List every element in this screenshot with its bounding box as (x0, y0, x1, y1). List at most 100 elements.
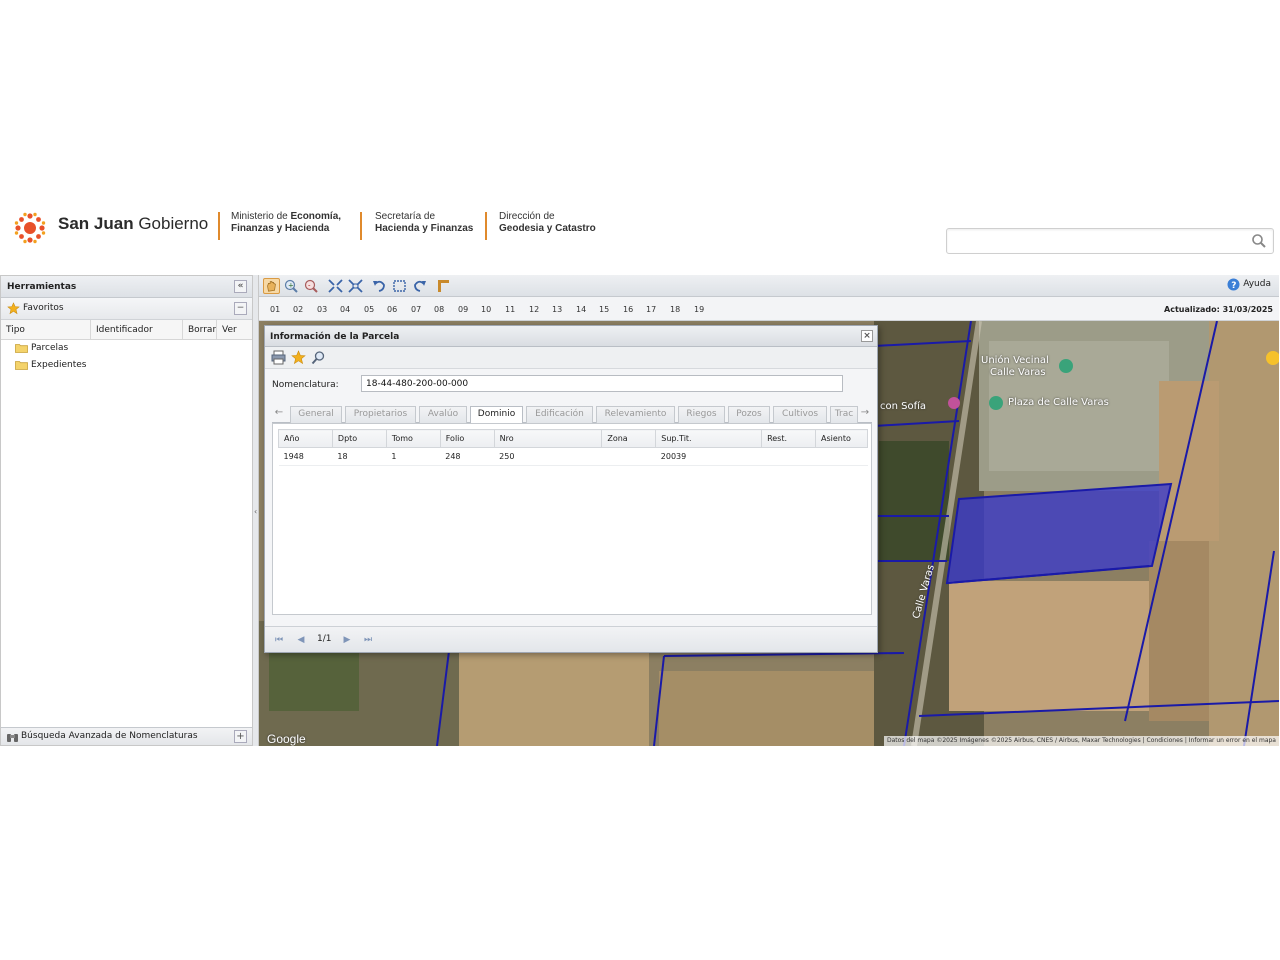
help-button[interactable]: ? Ayuda (1227, 278, 1271, 291)
column-header-ano[interactable]: Año (278, 429, 333, 448)
tab-propietarios[interactable]: Propietarios (345, 406, 416, 423)
map-label-union-vecinal[interactable]: Unión Vecinal (981, 355, 1049, 366)
zoom-level-09[interactable]: 09 (458, 305, 468, 314)
parcel-info-dialog: Información de la Parcela × Nomenclatura… (264, 325, 878, 653)
zoom-level-17[interactable]: 17 (646, 305, 656, 314)
select-box-icon[interactable] (391, 278, 408, 294)
cell-sup-tit: 20039 (655, 447, 762, 466)
map-label-con-sofia[interactable]: con Sofía (880, 401, 926, 412)
zoom-level-11[interactable]: 11 (505, 305, 515, 314)
measure-icon[interactable] (435, 278, 452, 294)
table-row[interactable]: 1948 18 1 248 250 20039 (278, 447, 868, 466)
zoom-level-13[interactable]: 13 (552, 305, 562, 314)
pagination-bar: ⏮ ◀ 1/1 ▶ ⏭ (265, 626, 877, 652)
search-box[interactable] (946, 228, 1274, 254)
zoom-level-18[interactable]: 18 (670, 305, 680, 314)
zoom-level-04[interactable]: 04 (340, 305, 350, 314)
favorite-star-icon[interactable] (291, 350, 306, 365)
zoom-level-02[interactable]: 02 (293, 305, 303, 314)
column-header-dpto[interactable]: Dpto (331, 429, 387, 448)
tab-general[interactable]: General (290, 406, 342, 423)
dialog-toolbar (265, 347, 877, 369)
google-logo: Google (267, 732, 306, 746)
advanced-search-header[interactable]: Búsqueda Avanzada de Nomenclaturas + (1, 727, 252, 745)
column-header-sup-tit[interactable]: Sup.Tit. (655, 429, 763, 448)
tab-scroll-right-icon[interactable]: → (858, 405, 872, 423)
header-separator (360, 212, 362, 240)
splitter-arrow-icon[interactable]: ‹ (254, 507, 257, 516)
nomenclatura-field[interactable]: 18-44-480-200-00-000 (361, 375, 843, 392)
locate-magnifier-icon[interactable] (311, 350, 326, 365)
column-header-zona[interactable]: Zona (601, 429, 657, 448)
zoom-level-03[interactable]: 03 (317, 305, 327, 314)
tab-pozos[interactable]: Pozos (728, 406, 770, 423)
column-header-asiento[interactable]: Asiento (814, 429, 869, 448)
zoom-level-12[interactable]: 12 (529, 305, 539, 314)
cell-dpto: 18 (332, 447, 387, 466)
tab-dominio[interactable]: Dominio (470, 406, 523, 424)
dominio-table-panel: Año Dpto Tomo Folio Nro Zona Sup.Tit. Re… (272, 423, 872, 615)
tab-scroll-left-icon[interactable]: ← (272, 405, 286, 423)
column-header-tomo[interactable]: Tomo (385, 429, 441, 448)
column-header-ver[interactable]: Ver (217, 320, 252, 339)
next-page-icon[interactable]: ▶ (341, 634, 353, 646)
tab-riegos[interactable]: Riegos (678, 406, 725, 423)
column-header-rest[interactable]: Rest. (761, 429, 816, 448)
collapse-favorites-button[interactable]: − (234, 302, 247, 315)
zoom-level-07[interactable]: 07 (411, 305, 421, 314)
cell-zona (601, 447, 656, 466)
dialog-title-bar[interactable]: Información de la Parcela × (265, 326, 877, 347)
expand-advanced-search-button[interactable]: + (234, 730, 247, 743)
zoom-level-08[interactable]: 08 (434, 305, 444, 314)
table-header-row: Año Dpto Tomo Folio Nro Zona Sup.Tit. Re… (278, 429, 869, 448)
ministry-label: Ministerio de Economía, Finanzas y Hacie… (231, 211, 342, 234)
prev-page-icon[interactable]: ◀ (295, 634, 307, 646)
redo-icon[interactable] (411, 278, 428, 294)
map-attribution[interactable]: Datos del mapa ©2025 Imágenes ©2025 Airb… (883, 736, 1279, 746)
zoom-level-05[interactable]: 05 (364, 305, 374, 314)
folder-icon (15, 361, 28, 370)
cell-asiento (815, 447, 868, 466)
column-header-borrar[interactable]: Borrar (183, 320, 217, 339)
tools-panel-header: Herramientas « (1, 276, 252, 298)
tab-cultivos[interactable]: Cultivos (773, 406, 827, 423)
zoom-level-01[interactable]: 01 (270, 305, 280, 314)
tab-relevamiento[interactable]: Relevamiento (596, 406, 675, 423)
favorites-header[interactable]: Favoritos − (1, 298, 252, 320)
map-label-plaza[interactable]: Plaza de Calle Varas (1008, 397, 1109, 408)
zoom-level-15[interactable]: 15 (599, 305, 609, 314)
zoom-level-16[interactable]: 16 (623, 305, 633, 314)
column-header-nro[interactable]: Nro (493, 429, 603, 448)
search-icon[interactable] (1251, 233, 1267, 249)
tree-item-parcelas[interactable]: Parcelas (1, 340, 252, 357)
zoom-out-icon[interactable]: - (303, 278, 320, 294)
print-icon[interactable] (271, 350, 286, 365)
collapse-panel-button[interactable]: « (234, 280, 247, 293)
search-input[interactable] (953, 233, 1243, 249)
pan-hand-icon[interactable] (263, 278, 280, 294)
close-icon[interactable]: × (861, 330, 873, 342)
zoom-level-19[interactable]: 19 (694, 305, 704, 314)
zoom-level-14[interactable]: 14 (576, 305, 586, 314)
column-header-tipo[interactable]: Tipo (1, 320, 91, 339)
folder-icon (15, 344, 28, 353)
first-page-icon[interactable]: ⏮ (273, 634, 285, 646)
tab-trac[interactable]: Trac (830, 406, 858, 423)
map-label-calle-varas[interactable]: Calle Varas (990, 367, 1046, 378)
site-header: San Juan Gobierno Ministerio de Economía… (0, 200, 1280, 274)
tools-panel: Herramientas « Favoritos − Tipo Identifi… (0, 275, 253, 746)
full-extent-icon[interactable] (347, 278, 364, 294)
tab-avaluo[interactable]: Avalúo (419, 406, 467, 423)
tree-item-expedientes[interactable]: Expedientes (1, 357, 252, 374)
column-header-folio[interactable]: Folio (439, 429, 495, 448)
column-header-identificador[interactable]: Identificador (91, 320, 183, 339)
zoom-level-06[interactable]: 06 (387, 305, 397, 314)
last-page-icon[interactable]: ⏭ (362, 634, 374, 646)
san-juan-sun-logo (14, 212, 46, 244)
zoom-in-icon[interactable]: + (283, 278, 300, 294)
undo-icon[interactable] (371, 278, 388, 294)
cell-nro: 250 (494, 447, 602, 466)
zoom-extent-icon[interactable] (327, 278, 344, 294)
tab-edificacion[interactable]: Edificación (526, 406, 593, 423)
zoom-level-10[interactable]: 10 (481, 305, 491, 314)
